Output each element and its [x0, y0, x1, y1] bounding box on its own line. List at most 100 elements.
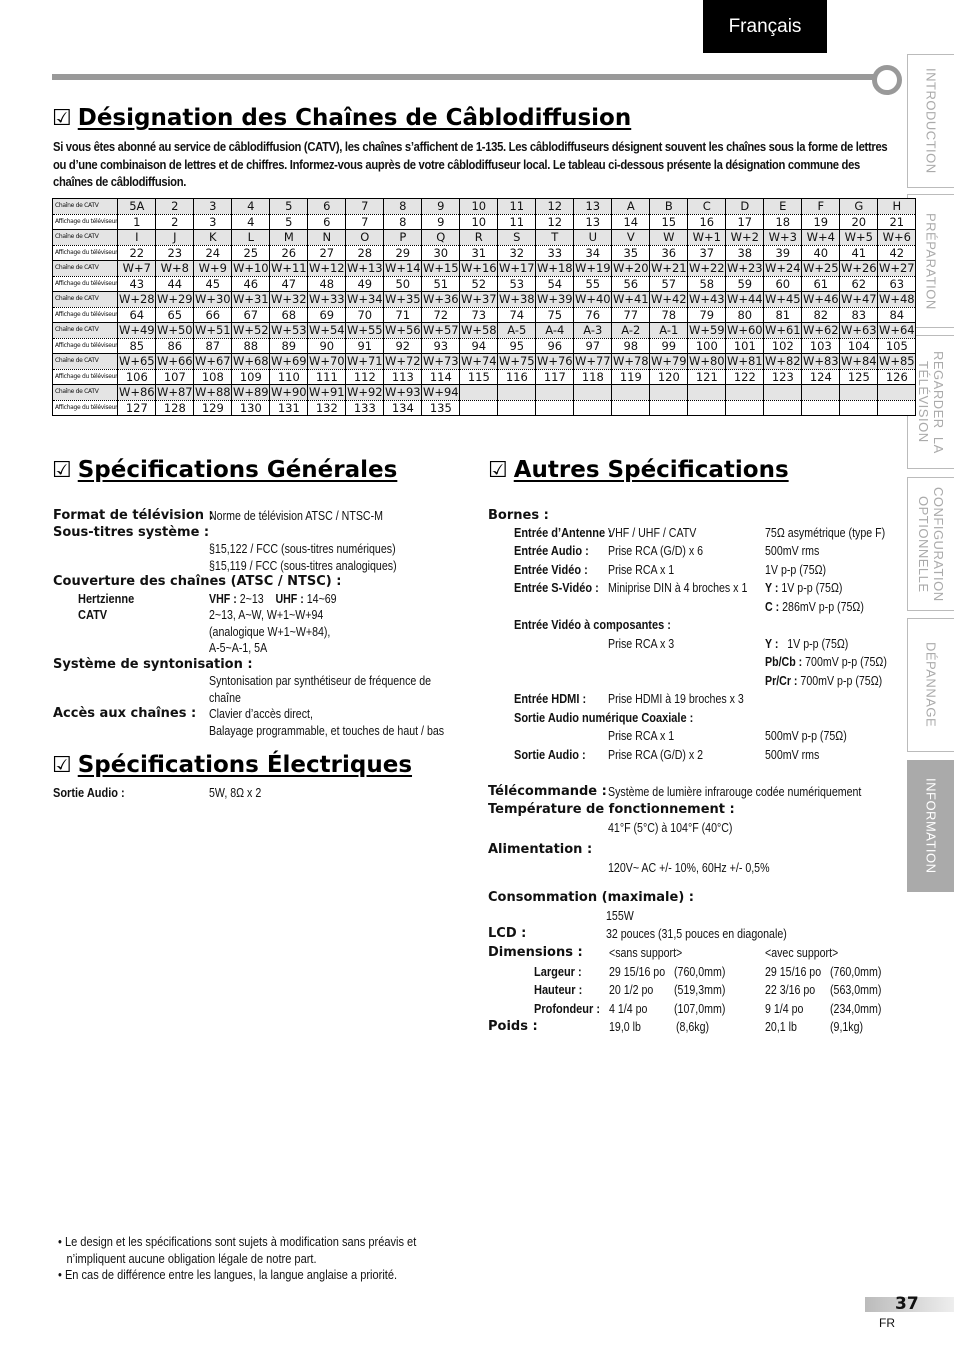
height-with-stand-mm: (563,0mm) — [830, 983, 882, 997]
display-channel-cell: 62 — [839, 276, 879, 292]
display-channel-cell: 1 — [117, 214, 157, 230]
catv-channel-cell: W+5 — [839, 229, 879, 246]
display-channel-cell: 52 — [459, 276, 499, 292]
cable-intro-text: Si vous êtes abonné au service de câblod… — [53, 140, 888, 189]
side-tab-depannage[interactable]: DÉPANNAGE — [907, 618, 954, 752]
display-channel-cell: 19 — [801, 214, 841, 230]
display-channel-cell: 66 — [193, 307, 233, 323]
display-channel-cell: 11 — [497, 214, 537, 230]
display-channel-cell: 110 — [269, 369, 309, 385]
display-channel-cell: 59 — [725, 276, 765, 292]
catv-channel-cell — [573, 384, 613, 401]
display-channel-cell: 101 — [725, 338, 765, 354]
catv-channel-cell: W+52 — [231, 322, 271, 339]
display-channel-cell: 34 — [573, 245, 613, 261]
catv-channel-cell — [535, 384, 575, 401]
row-label: Affichage du téléviseur — [51, 400, 119, 416]
display-channel-cell: 37 — [687, 245, 727, 261]
subtitles-value: §15,122 / FCC (sous-titres numériques) — [209, 542, 396, 556]
catv-channel-cell: W+82 — [763, 353, 803, 370]
catv-channel-cell — [459, 384, 499, 401]
side-tab-configuration-optionnelle[interactable]: CONFIGURATION OPTIONNELLE — [907, 477, 954, 611]
display-channel-cell: 96 — [535, 338, 575, 354]
catv-channel-cell: W+53 — [269, 322, 309, 339]
catv-row: Chaîne de CATV W+86 W+87 W+88 W+89 W+90 W+91 W+… — [51, 384, 917, 401]
consumption-value: 155W — [606, 908, 634, 923]
display-channel-cell: 114 — [421, 369, 461, 385]
header-ring-ornament — [872, 65, 902, 95]
catv-channel-cell: W+64 — [877, 322, 917, 339]
catv-channel-cell: 2 — [155, 198, 195, 215]
catv-channel-cell: W+57 — [421, 322, 461, 339]
display-channel-cell: 119 — [611, 369, 651, 385]
footnotes: • Le design et les spécifications sont s… — [58, 1234, 416, 1284]
catv-channel-cell: W+45 — [763, 291, 803, 308]
section-title-text: Désignation des Chaînes de Câblodiffusio… — [77, 105, 632, 131]
display-channel-cell: 45 — [193, 276, 233, 292]
side-tab-label: PRÉPARATION — [923, 212, 939, 310]
display-channel-cell: 128 — [155, 400, 195, 416]
display-channel-cell: 76 — [573, 307, 613, 323]
catv-value: (analogique W+1~W+84), — [209, 624, 331, 639]
display-channel-cell — [459, 400, 499, 416]
electrical-specs: Sortie Audio : 5W, 8Ω x 2 — [53, 785, 473, 802]
display-channel-cell: 71 — [383, 307, 423, 323]
display-channel-cell: 107 — [155, 369, 195, 385]
section-title-text: Spécifications Électriques — [77, 752, 413, 778]
display-channel-cell: 131 — [269, 400, 309, 416]
catv-channel-cell: W+24 — [763, 260, 803, 277]
display-channel-cell: 125 — [839, 369, 879, 385]
remote-value: Système de lumière infrarouge codée numé… — [608, 784, 862, 799]
side-tab-label: CONFIGURATION OPTIONNELLE — [916, 486, 946, 602]
catv-channel-cell: J — [155, 229, 195, 246]
display-channel-cell: 41 — [839, 245, 879, 261]
display-channel-cell: 108 — [193, 369, 233, 385]
display-channel-cell: 40 — [801, 245, 841, 261]
display-channel-cell: 115 — [459, 369, 499, 385]
coax-label: Sortie Audio numérique Coaxiale : — [514, 710, 694, 725]
catv-channel-cell: W+80 — [687, 353, 727, 370]
display-channel-cell: 63 — [877, 276, 917, 292]
catv-channel-cell: W+29 — [155, 291, 195, 308]
display-channel-cell — [763, 400, 803, 416]
catv-channel-cell: W+25 — [801, 260, 841, 277]
catv-channel-cell: W+6 — [877, 229, 917, 246]
side-tab-information[interactable]: INFORMATION — [907, 760, 954, 892]
vhf-label: VHF : — [209, 591, 237, 606]
svideo-value: Miniprise DIN à 4 broches x 1 — [608, 581, 748, 595]
display-channel-cell: 117 — [535, 369, 575, 385]
catv-channel-cell: W — [649, 229, 689, 246]
display-channel-cell — [839, 400, 879, 416]
catv-channel-cell: W+68 — [231, 353, 271, 370]
row-label: Affichage du téléviseur — [51, 338, 119, 354]
catv-channel-cell: W+62 — [801, 322, 841, 339]
audio-output-value: 5W, 8Ω x 2 — [209, 786, 262, 800]
catv-channel-cell: W+76 — [535, 353, 575, 370]
catv-channel-cell — [687, 384, 727, 401]
row-label: Affichage du téléviseur — [51, 307, 119, 323]
display-channel-cell: 87 — [193, 338, 233, 354]
svideo-y-value: 1V p-p (75Ω) — [781, 581, 843, 595]
catv-channel-cell: W+37 — [459, 291, 499, 308]
audio-output-label: Sortie Audio : — [53, 786, 125, 800]
catv-channel-cell: W+88 — [193, 384, 233, 401]
display-channel-cell: 20 — [839, 214, 879, 230]
weight-with-stand-kg: (9,1kg) — [830, 1020, 864, 1034]
display-channel-cell: 12 — [535, 214, 575, 230]
display-channel-cell: 81 — [763, 307, 803, 323]
uhf-value: 14~69 — [306, 591, 337, 606]
display-channel-cell: 49 — [345, 276, 385, 292]
display-channel-cell: 27 — [307, 245, 347, 261]
side-tab-introduction[interactable]: INTRODUCTION — [907, 54, 954, 188]
catv-channel-cell: W+59 — [687, 322, 727, 339]
row-label: Chaîne de CATV — [51, 384, 119, 401]
catv-channel-cell: W+35 — [383, 291, 423, 308]
section-title-text: Spécifications Générales — [77, 457, 398, 483]
display-row: Affichage du téléviseur 64 65 66 67 68 69 70 71 7… — [51, 307, 917, 323]
other-specs: Bornes : Entrée d’Antenne : VHF / UHF / C… — [488, 508, 908, 1038]
catv-label: CATV — [78, 608, 108, 622]
depth-with-stand-mm: (234,0mm) — [830, 1001, 882, 1016]
catv-channel-cell: W+58 — [459, 322, 499, 339]
display-row: Affichage du téléviseur 1 2 3 4 5 6 7 8 9 10 11 12 13… — [51, 214, 917, 230]
catv-channel-cell: U — [573, 229, 613, 246]
